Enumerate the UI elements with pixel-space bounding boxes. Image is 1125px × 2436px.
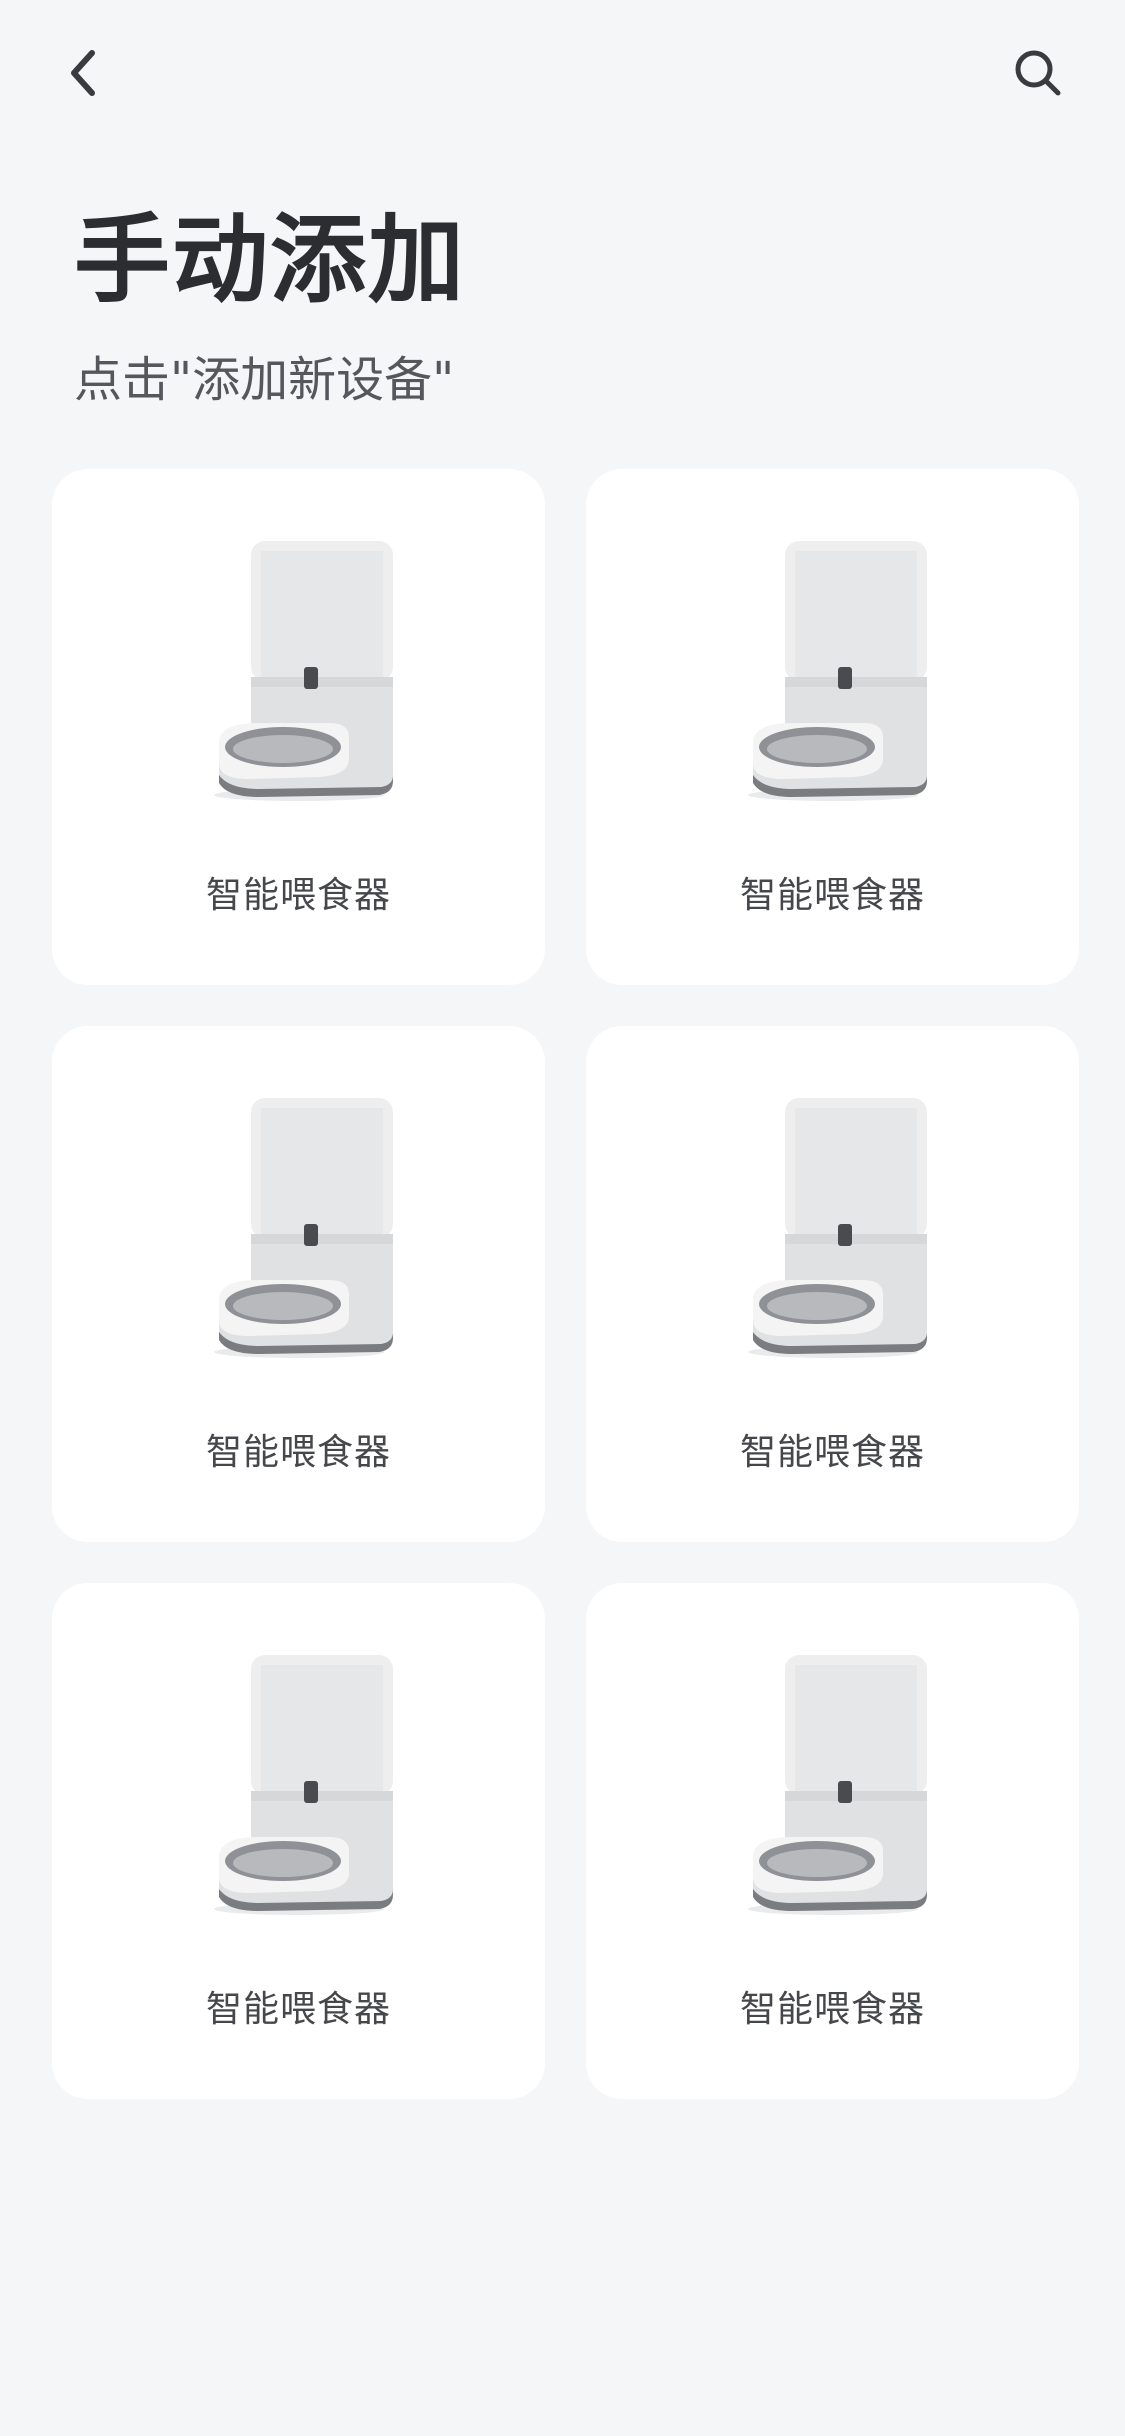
page-title: 手动添加 (74, 204, 466, 316)
pet-feeder-image (52, 1094, 545, 1364)
pet-feeder-image (586, 1094, 1079, 1364)
back-button[interactable] (52, 38, 116, 108)
device-card[interactable]: 智能喂食器 (586, 1026, 1079, 1542)
pet-feeder-image (52, 1651, 545, 1921)
device-card[interactable]: 智能喂食器 (52, 469, 545, 985)
device-label: 智能喂食器 (205, 1432, 391, 1473)
device-label: 智能喂食器 (739, 875, 925, 916)
device-card[interactable]: 智能喂食器 (586, 1583, 1079, 2099)
search-button[interactable] (1003, 38, 1073, 108)
chevron-left-icon (71, 50, 95, 96)
device-card[interactable]: 智能喂食器 (52, 1583, 545, 2099)
pet-feeder-image (52, 537, 545, 807)
pet-feeder-image (586, 1651, 1079, 1921)
device-label: 智能喂食器 (739, 1989, 925, 2030)
device-label: 智能喂食器 (739, 1432, 925, 1473)
pet-feeder-image (586, 537, 1079, 807)
search-icon (1015, 50, 1061, 96)
top-bar (0, 0, 1125, 150)
device-label: 智能喂食器 (205, 1989, 391, 2030)
device-label: 智能喂食器 (205, 875, 391, 916)
device-grid: 智能喂食器 智能喂食器 智能喂食器 智能喂食器 智能喂食器 智能喂食器 (52, 469, 1079, 2099)
device-card[interactable]: 智能喂食器 (52, 1026, 545, 1542)
device-card[interactable]: 智能喂食器 (586, 469, 1079, 985)
page-subtitle: 点击"添加新设备" (74, 352, 455, 408)
